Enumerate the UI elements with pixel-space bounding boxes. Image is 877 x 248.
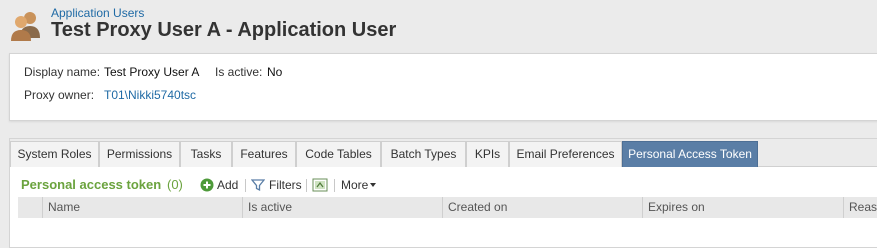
user-details-panel: Display name: Test Proxy User A Is activ… [9,53,877,121]
grid-body [18,218,877,242]
toolbar-divider [306,179,307,192]
caret-down-icon [370,183,377,187]
tab-personal-access-token[interactable]: Personal Access Token [622,141,758,167]
tab-system-roles[interactable]: System Roles [10,141,99,167]
toolbar-divider [245,179,246,192]
add-label: Add [217,178,239,192]
add-icon [200,178,214,192]
tab-bar: System Roles Permissions Tasks Features … [10,139,877,167]
tab-code-tables[interactable]: Code Tables [296,141,381,167]
tab-features[interactable]: Features [232,141,296,167]
more-label: More [341,178,369,192]
toolbar-divider [334,179,335,192]
column-header-is-active[interactable]: Is active [242,197,442,218]
column-header-expires-on[interactable]: Expires on [642,197,843,218]
breadcrumb-application-users[interactable]: Application Users [51,6,144,20]
is-active-label: Is active: [215,65,263,79]
is-active-value: No [267,65,283,79]
column-header-created-on[interactable]: Created on [442,197,642,218]
grid-toolbar: Personal access token (0) Add Filters Mo… [10,175,877,195]
tab-kpis[interactable]: KPIs [466,141,509,167]
select-all-column[interactable] [18,197,42,218]
section-title: Personal access token [21,177,162,192]
add-button[interactable]: Add [200,175,238,195]
tab-email-preferences[interactable]: Email Preferences [509,141,622,167]
page-header: Application Users Test Proxy User A - Ap… [0,0,877,50]
proxy-owner-link[interactable]: T01\Nikki5740tsc [104,88,196,102]
tabs-panel: System Roles Permissions Tasks Features … [9,138,877,248]
display-name-value: Test Proxy User A [104,65,200,79]
filters-label: Filters [269,178,302,192]
column-header-reason[interactable]: Reason [843,197,877,218]
filters-button[interactable]: Filters [250,175,302,195]
export-button[interactable] [312,175,328,195]
tab-tasks[interactable]: Tasks [180,141,232,167]
tab-batch-types[interactable]: Batch Types [381,141,466,167]
section-count: (0) [167,177,183,192]
column-header-name[interactable]: Name [42,197,242,218]
application-users-icon [8,8,44,44]
more-dropdown[interactable]: More [341,175,377,195]
grid-header: Name Is active Created on Expires on Rea… [18,197,877,218]
export-icon [312,178,328,192]
filter-icon [250,178,266,192]
tab-permissions[interactable]: Permissions [99,141,180,167]
proxy-owner-label: Proxy owner: [24,88,95,102]
page-title: Test Proxy User A - Application User [51,19,397,41]
display-name-label: Display name: [24,65,101,79]
